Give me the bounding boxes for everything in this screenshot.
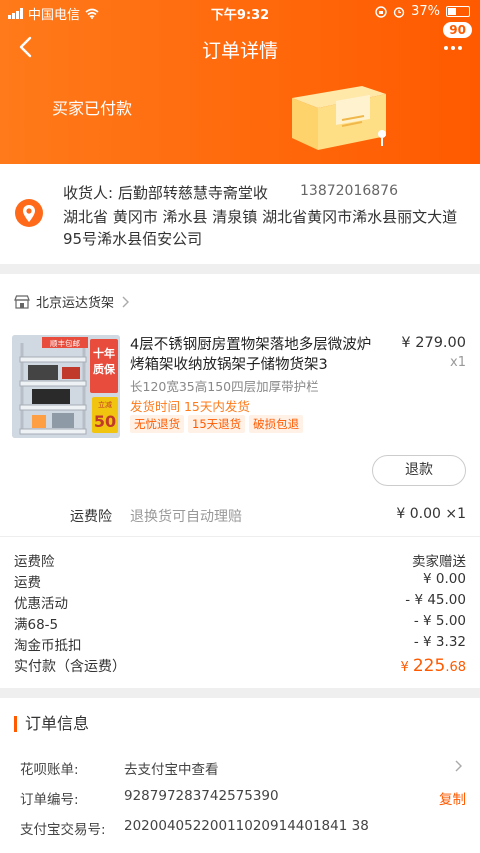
battery-percent: 37% bbox=[411, 4, 440, 19]
insurance-desc: 退换货可自动理赔 bbox=[130, 509, 242, 525]
fee-row: 运费险 卖家赠送 bbox=[14, 550, 466, 570]
copy-button[interactable]: 复制 bbox=[439, 788, 466, 808]
paid-amount: ¥ 225.68 bbox=[400, 656, 466, 676]
product-badge-top: 顺丰包邮 bbox=[50, 338, 80, 348]
fee-value: - ¥ 5.00 bbox=[413, 613, 466, 629]
chevron-right-icon bbox=[455, 760, 462, 772]
product-image[interactable]: 顺丰包邮 十年 质保 立减 50 bbox=[12, 335, 120, 438]
order-status-text: 买家已付款 bbox=[52, 99, 133, 118]
order-info-title: 订单信息 bbox=[14, 716, 89, 732]
receiver-name: 收货人: 后勤部转慈慧寺斋堂收 bbox=[63, 184, 268, 202]
fee-row: 淘金币抵扣 - ¥ 3.32 bbox=[14, 634, 466, 654]
message-button[interactable]: 90 bbox=[440, 22, 472, 62]
shop-icon bbox=[14, 294, 30, 309]
shop-link[interactable]: 北京运达货架 bbox=[14, 292, 130, 311]
paid-amount-int: 225 bbox=[412, 656, 446, 676]
product-badge-num: 50 bbox=[94, 412, 116, 431]
status-bar: 中国电信 下午9:32 37% bbox=[0, 0, 480, 24]
alipay-trade-number: 20200405220011020914401841 38 bbox=[124, 818, 369, 834]
message-count-badge: 90 bbox=[443, 22, 472, 38]
location-pin-icon bbox=[15, 199, 43, 227]
navbar: 订单详情 90 bbox=[0, 22, 480, 68]
fee-label: 运费 bbox=[14, 575, 41, 591]
paid-currency: ¥ bbox=[400, 660, 413, 675]
package-illustration bbox=[292, 86, 386, 150]
product-spec: 长120宽35高150四层加厚带护栏 bbox=[130, 379, 319, 394]
fee-value: - ¥ 3.32 bbox=[413, 634, 466, 650]
fee-value: 卖家赠送 bbox=[412, 554, 466, 570]
battery-icon bbox=[446, 6, 470, 17]
more-icon bbox=[444, 46, 462, 50]
insurance-label: 运费险 bbox=[70, 509, 112, 525]
product-quantity: x1 bbox=[450, 355, 466, 370]
divider bbox=[0, 536, 480, 537]
fee-row: 运费 ¥ 0.00 bbox=[14, 571, 466, 591]
fee-label: 满68-5 bbox=[14, 617, 59, 633]
fee-label: 运费险 bbox=[14, 554, 55, 570]
paid-label: 实付款（含运费） bbox=[14, 659, 126, 675]
product-shelf-graphic: 顺丰包邮 十年 质保 立减 50 bbox=[12, 335, 120, 438]
fee-value: ¥ 0.00 bbox=[423, 571, 466, 587]
fee-row: 满68-5 - ¥ 5.00 bbox=[14, 613, 466, 633]
fee-row: 优惠活动 - ¥ 45.00 bbox=[14, 592, 466, 612]
shipping-address: 湖北省 黄冈市 浠水县 清泉镇 湖北省黄冈市浠水县丽文大道95号浠水县佰安公司 bbox=[63, 208, 458, 248]
service-tags: 无忧退货 15天退货 破损包退 bbox=[130, 415, 304, 433]
info-value: 去支付宝中查看 bbox=[124, 762, 219, 778]
order-number: 928797283742575390 bbox=[124, 788, 279, 804]
chevron-right-icon bbox=[122, 296, 130, 307]
info-key: 支付宝交易号: bbox=[20, 822, 106, 838]
service-tag: 破损包退 bbox=[249, 415, 304, 433]
svg-text:质保: 质保 bbox=[93, 362, 116, 376]
rotation-lock-icon bbox=[375, 5, 387, 18]
alarm-icon bbox=[393, 6, 405, 18]
service-tag: 无忧退货 bbox=[130, 415, 184, 433]
fee-label: 优惠活动 bbox=[14, 596, 68, 612]
receiver-phone: 13872016876 bbox=[300, 183, 398, 199]
insurance-value: ¥ 0.00 ×1 bbox=[396, 506, 466, 522]
paid-amount-dec: .68 bbox=[445, 660, 466, 675]
paid-total-row: 实付款（含运费） ¥ 225.68 bbox=[14, 656, 466, 680]
refund-button[interactable]: 退款 bbox=[372, 455, 466, 486]
service-tag: 15天退货 bbox=[188, 415, 246, 433]
page-title: 订单详情 bbox=[201, 40, 278, 62]
product-badge-small: 立减 bbox=[98, 400, 112, 409]
fee-label: 淘金币抵扣 bbox=[14, 638, 82, 654]
shop-name: 北京运达货架 bbox=[36, 296, 115, 311]
product-title[interactable]: 4层不锈钢厨房置物架落地多层微波炉烤箱架收纳放锅架子储物货架3 bbox=[130, 335, 380, 375]
svg-text:十年: 十年 bbox=[93, 346, 115, 360]
info-key: 订单编号: bbox=[20, 792, 79, 808]
info-key: 花呗账单: bbox=[20, 762, 79, 778]
order-status-header: 中国电信 下午9:32 37% 订单详情 90 买家已付款 bbox=[0, 0, 480, 164]
ship-time: 发货时间 15天内发货 bbox=[130, 399, 250, 414]
fee-value: - ¥ 45.00 bbox=[405, 592, 466, 608]
product-price: ¥ 279.00 bbox=[401, 335, 466, 351]
